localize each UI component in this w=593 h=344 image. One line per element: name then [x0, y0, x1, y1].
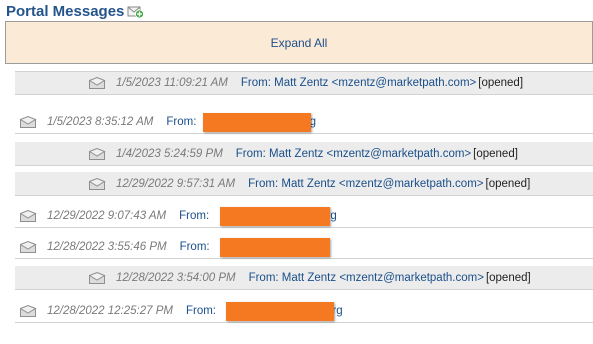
- expand-all-button[interactable]: Expand All: [271, 36, 328, 50]
- message-from[interactable]: From: Matt Zentz <mzentz@marketpath.com>: [248, 178, 483, 190]
- message-row[interactable]: 1/5/2023 11:09:21 AM From: Matt Zentz <m…: [15, 71, 593, 95]
- message-date: 12/29/2022 9:07:43 AM: [47, 209, 167, 222]
- from-prefix: From:: [179, 240, 210, 253]
- envelope-open-icon: [19, 115, 37, 128]
- message-row[interactable]: 12/29/2022 9:57:31 AM From: Matt Zentz <…: [15, 172, 593, 196]
- envelope-open-icon: [88, 177, 106, 190]
- envelope-open-icon: [19, 209, 37, 222]
- message-date: 12/28/2022 3:54:00 PM: [116, 271, 236, 284]
- from-prefix: From:: [166, 115, 197, 128]
- page-title: Portal Messages: [6, 2, 125, 20]
- message-from[interactable]: From: Matt Zentz <mzentz@marketpath.com>: [236, 148, 471, 160]
- message-status: [opened]: [485, 177, 531, 190]
- from-prefix: From:: [179, 209, 210, 222]
- message-status: [opened]: [473, 147, 518, 160]
- redaction-box: [226, 302, 334, 321]
- message-date: 12/28/2022 12:25:27 PM: [47, 304, 173, 317]
- message-row[interactable]: 12/28/2022 3:55:46 PM From:: [15, 235, 593, 259]
- message-date: 12/29/2022 9:57:31 AM: [116, 177, 236, 190]
- envelope-open-icon: [88, 147, 106, 160]
- message-row[interactable]: 1/4/2023 5:24:59 PM From: Matt Zentz <mz…: [15, 142, 593, 166]
- message-row[interactable]: 12/28/2022 12:25:27 PM From: org: [15, 299, 593, 323]
- redaction-box: [203, 113, 311, 132]
- expand-all-bar: Expand All: [5, 21, 593, 64]
- message-status: [opened]: [478, 77, 524, 89]
- message-from[interactable]: From:: [180, 241, 210, 253]
- message-row[interactable]: 1/5/2023 8:35:12 AM From:org: [15, 110, 593, 134]
- message-date: 1/5/2023 11:09:21 AM: [116, 77, 228, 89]
- message-from[interactable]: From: Matt Zentz <mzentz@marketpath.com>: [241, 77, 476, 89]
- message-date: 12/28/2022 3:55:46 PM: [47, 240, 167, 253]
- message-from[interactable]: From: Matt Zentz <mzentz@marketpath.com>: [249, 272, 484, 284]
- message-row[interactable]: 12/28/2022 3:54:00 PM From: Matt Zentz <…: [15, 266, 593, 290]
- envelope-open-icon: [88, 76, 106, 89]
- envelope-open-icon: [88, 271, 106, 284]
- envelope-open-icon: [19, 304, 37, 317]
- add-message-icon[interactable]: [127, 4, 145, 19]
- message-date: 1/4/2023 5:24:59 PM: [116, 147, 223, 160]
- message-row[interactable]: 12/29/2022 9:07:43 AM From:org: [15, 204, 593, 228]
- portal-messages-header: Portal Messages: [6, 1, 145, 21]
- message-date: 1/5/2023 8:35:12 AM: [47, 115, 154, 128]
- envelope-open-icon: [19, 240, 37, 253]
- from-prefix: From:: [185, 304, 216, 317]
- message-status: [opened]: [485, 271, 531, 284]
- redaction-box: [220, 238, 330, 257]
- redaction-box: [220, 207, 330, 226]
